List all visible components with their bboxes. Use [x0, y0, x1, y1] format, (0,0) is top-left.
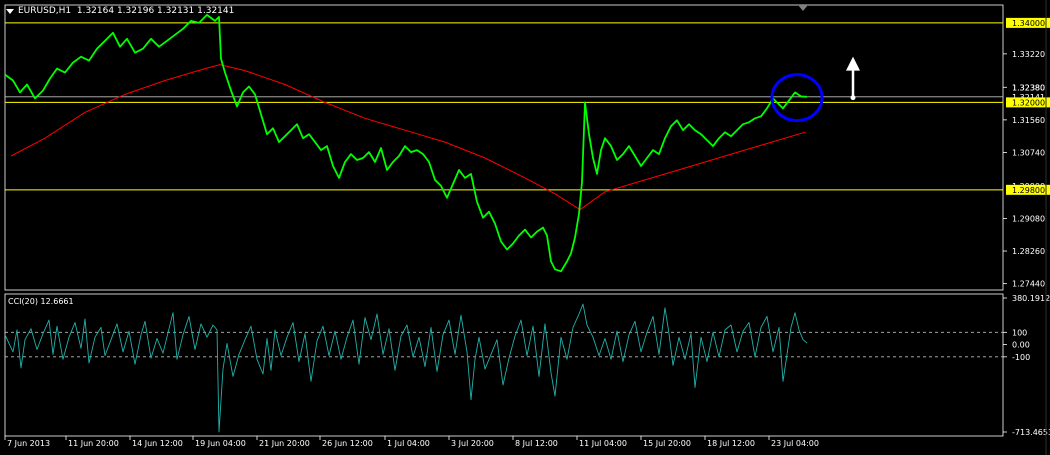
- cci-axis-label: 380.1912: [1012, 294, 1050, 303]
- time-axis-label: 7 Jun 2013: [7, 439, 50, 448]
- price-axis-label: 1.31560: [1012, 116, 1045, 125]
- level-tag-label: 1.34000: [1012, 19, 1045, 28]
- time-axis-label: 3 Jul 20:00: [451, 439, 494, 448]
- time-axis-label: 21 Jun 20:00: [259, 439, 310, 448]
- price-axis-label-hidden: 1.32380: [1012, 83, 1045, 92]
- cci-line: [4, 303, 808, 433]
- cci-axis-label: -713.4653: [1012, 428, 1050, 437]
- time-axis-label: 1 Jul 04:00: [387, 439, 430, 448]
- cci-pane-frame: [4, 293, 1004, 437]
- time-axis-label: 11 Jun 20:00: [68, 439, 119, 448]
- main-pane-frame: [4, 4, 1004, 291]
- price-line: [4, 13, 808, 273]
- cci-axis-label: 0.00: [1012, 341, 1030, 350]
- time-axis-label: 26 Jun 12:00: [322, 439, 373, 448]
- price-axis-label: 1.29080: [1012, 214, 1045, 223]
- chart-shift-marker-icon: [798, 5, 808, 11]
- price-axis-label: 1.30740: [1012, 148, 1045, 157]
- time-axis-label: 18 Jul 12:00: [707, 439, 755, 448]
- time-axis-label: 14 Jun 12:00: [132, 439, 183, 448]
- price-axis-label: 1.28260: [1012, 247, 1045, 256]
- time-axis-label: 15 Jul 20:00: [643, 439, 691, 448]
- time-axis-label: 23 Jul 04:00: [771, 439, 819, 448]
- time-axis-label: 11 Jul 04:00: [579, 439, 627, 448]
- annotation-circle: [770, 73, 824, 123]
- moving-average-line: [10, 64, 806, 211]
- annotation-arrow-anchor: [850, 95, 856, 101]
- level-tag-label: 1.32000: [1012, 98, 1045, 107]
- price-axis-label: 1.33220: [1012, 50, 1045, 59]
- cci-axis-label: -100: [1012, 353, 1030, 362]
- price-axis-label: 1.27440: [1012, 280, 1045, 289]
- chart-svg[interactable]: 1.33220 1.32380 1.31560 1.30740 1.29080 1.282…: [0, 0, 1050, 455]
- cci-axis-label: 100: [1012, 328, 1027, 337]
- time-axis-label: 8 Jul 12:00: [515, 439, 558, 448]
- level-tag-label: 1.29800: [1012, 186, 1045, 195]
- annotation-arrow-head: [846, 56, 860, 71]
- time-axis-label: 19 Jun 04:00: [195, 439, 246, 448]
